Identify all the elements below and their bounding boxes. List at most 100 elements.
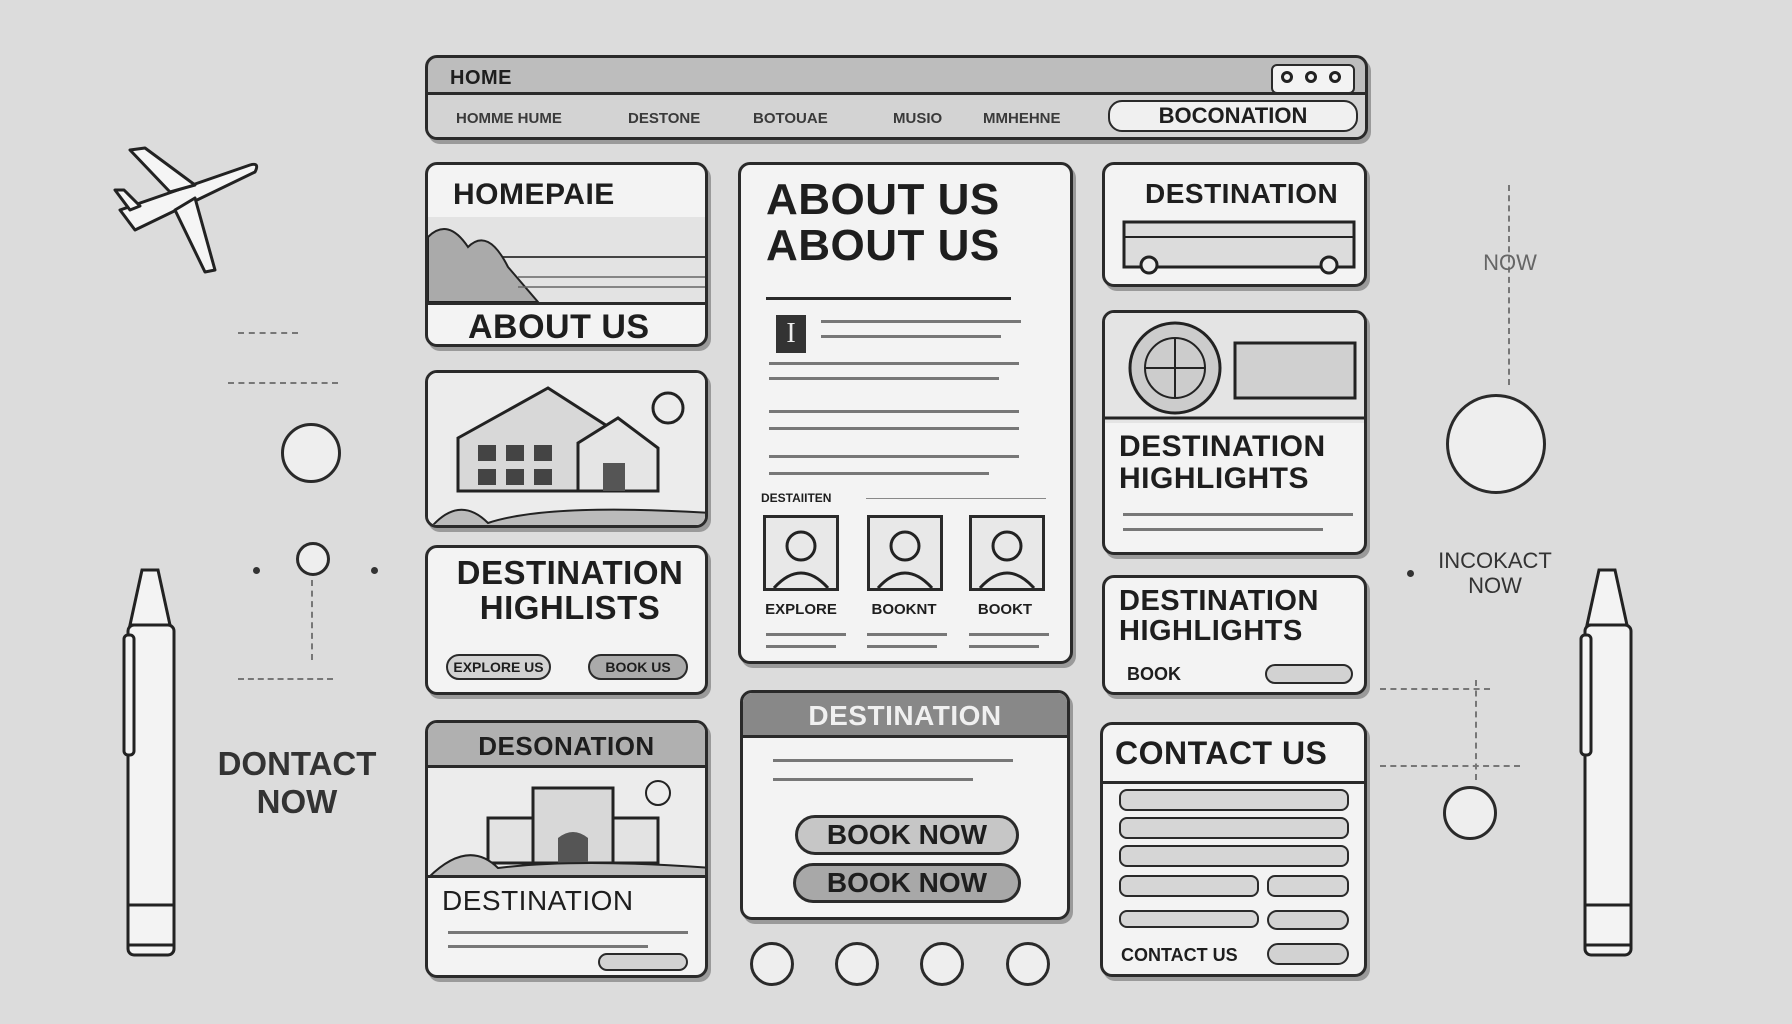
text-line: [769, 362, 1019, 365]
person-caption: BOOKNT: [871, 601, 937, 618]
contact-footer-label: CONTACT US: [1121, 945, 1238, 965]
nav-link[interactable]: MUSIO: [893, 110, 942, 127]
title-divider: [766, 297, 1011, 300]
book-link[interactable]: BOOK: [1127, 664, 1181, 685]
destination-highlights-card[interactable]: DESTINATION HIGHLISTS EXPLORE US BOOK US: [425, 545, 708, 695]
nav-link[interactable]: HOMME HUME: [456, 110, 562, 127]
house-illustration: [428, 373, 705, 525]
destination-card[interactable]: DESONATION DESTINATION: [425, 720, 708, 978]
destination-highlights-card[interactable]: DESTINATION HIGHLIGHTS BOOK: [1102, 575, 1367, 695]
card-title: DESTINATION HIGHLIGHTS: [1119, 585, 1319, 648]
card-title: DESTINATION: [1145, 178, 1339, 209]
book-now-button[interactable]: BOOK NOW: [793, 863, 1021, 903]
decor-circle: [1446, 394, 1546, 494]
text-line: [773, 778, 973, 781]
text-line: [769, 455, 1019, 458]
window-title: HOME: [450, 67, 512, 89]
text-line: [769, 410, 1019, 413]
social-icon[interactable]: [920, 942, 964, 986]
text-line: [867, 645, 937, 648]
book-button[interactable]: [1265, 664, 1353, 684]
decor-dot: [1407, 570, 1414, 577]
about-us-card[interactable]: ABOUT US ABOUT US I DESTAIITEN EXPLORE B…: [738, 162, 1073, 664]
text-line: [448, 945, 648, 948]
explore-button[interactable]: EXPLORE US: [446, 654, 551, 680]
text-line: [821, 320, 1021, 323]
card-title: DESTINATION HIGHLIGHTS: [1119, 430, 1326, 495]
contact-field[interactable]: [1267, 875, 1349, 897]
window-control-icon[interactable]: [1305, 71, 1317, 83]
destination-highlights-card[interactable]: DESTINATION HIGHLIGHTS: [1102, 310, 1367, 555]
destination-booking-card[interactable]: DESTINATION BOOK NOW BOOK NOW: [740, 690, 1070, 920]
decor-dot: [371, 567, 378, 574]
browser-header: HOME HOMME HUME DESTONE BOTOUAE MUSIO MM…: [425, 55, 1368, 140]
book-now-button[interactable]: BOOK NOW: [795, 815, 1019, 855]
section-divider: [866, 498, 1046, 499]
decor-line: [311, 580, 313, 660]
landscape-illustration: [428, 217, 705, 302]
destination-card[interactable]: DESTINATION: [1102, 162, 1367, 287]
social-icon[interactable]: [750, 942, 794, 986]
decor-circle: [296, 542, 330, 576]
decor-circle: [1443, 786, 1497, 840]
text-line: [969, 645, 1039, 648]
building-illustration: [428, 768, 705, 878]
contact-button[interactable]: [1267, 943, 1349, 965]
decor-circle: [281, 423, 341, 483]
card-title: HOMEPAIE: [453, 178, 615, 211]
book-button[interactable]: BOOK US: [588, 654, 688, 680]
section-label: DESTAIITEN: [761, 491, 832, 505]
pen-icon: [1579, 568, 1633, 957]
card-button[interactable]: [598, 953, 688, 971]
nav-link[interactable]: MMHEHNE: [983, 110, 1061, 127]
card-title: DESONATION: [478, 731, 655, 761]
contact-name-field[interactable]: [1119, 789, 1349, 811]
text-line: [821, 335, 1001, 338]
card-title: ABOUT US ABOUT US: [766, 175, 1000, 271]
window-control-icon[interactable]: [1281, 71, 1293, 83]
text-line: [766, 645, 836, 648]
contact-email-field[interactable]: [1119, 817, 1349, 839]
text-line: [448, 931, 688, 934]
contact-us-card[interactable]: CONTACT US CONTACT US: [1100, 722, 1367, 977]
person-avatar: [867, 515, 943, 591]
nav-link[interactable]: DESTONE: [628, 110, 700, 127]
card-divider: [428, 302, 705, 305]
card-subtitle: DESTINATION: [442, 885, 634, 916]
side-text-left: DONTACT NOW: [217, 745, 377, 820]
card-title: DESTINATION HIGHLISTS: [456, 554, 684, 626]
social-icon[interactable]: [1006, 942, 1050, 986]
title-divider: [1103, 781, 1364, 784]
contact-field[interactable]: [1119, 875, 1259, 897]
window-control-icon[interactable]: [1329, 71, 1341, 83]
decor-dot: [253, 567, 260, 574]
card-subtitle: ABOUT US: [468, 308, 650, 346]
side-text-right-top: NOW: [1483, 250, 1537, 275]
airplane-icon: [113, 146, 259, 274]
building-image-card[interactable]: [425, 370, 708, 528]
card-title: DESTINATION: [808, 700, 1002, 731]
train-illustration: [1122, 220, 1356, 275]
dropcap: I: [776, 315, 806, 353]
decor-dash: [228, 382, 338, 384]
decor-line: [1508, 185, 1510, 385]
homepage-card[interactable]: HOMEPAIE ABOUT US: [425, 162, 708, 347]
wheel-illustration: [1105, 313, 1364, 423]
text-line: [969, 633, 1049, 636]
side-text-right-mid: INCOKACT NOW: [1438, 548, 1552, 599]
header-cta-button[interactable]: BOCONATION: [1108, 100, 1358, 132]
decor-line: [1475, 680, 1477, 780]
nav-link[interactable]: BOTOUAE: [753, 110, 828, 127]
decor-dash: [238, 678, 333, 680]
window-controls: [1271, 64, 1355, 94]
person-caption: BOOKT: [977, 601, 1033, 618]
contact-message-field[interactable]: [1119, 910, 1259, 928]
card-title: CONTACT US: [1115, 735, 1328, 771]
decor-dash: [1380, 688, 1490, 690]
contact-subject-field[interactable]: [1119, 845, 1349, 867]
submit-button[interactable]: [1267, 910, 1349, 930]
pen-icon: [122, 568, 176, 957]
social-icon[interactable]: [835, 942, 879, 986]
person-avatar: [763, 515, 839, 591]
text-line: [769, 472, 989, 475]
